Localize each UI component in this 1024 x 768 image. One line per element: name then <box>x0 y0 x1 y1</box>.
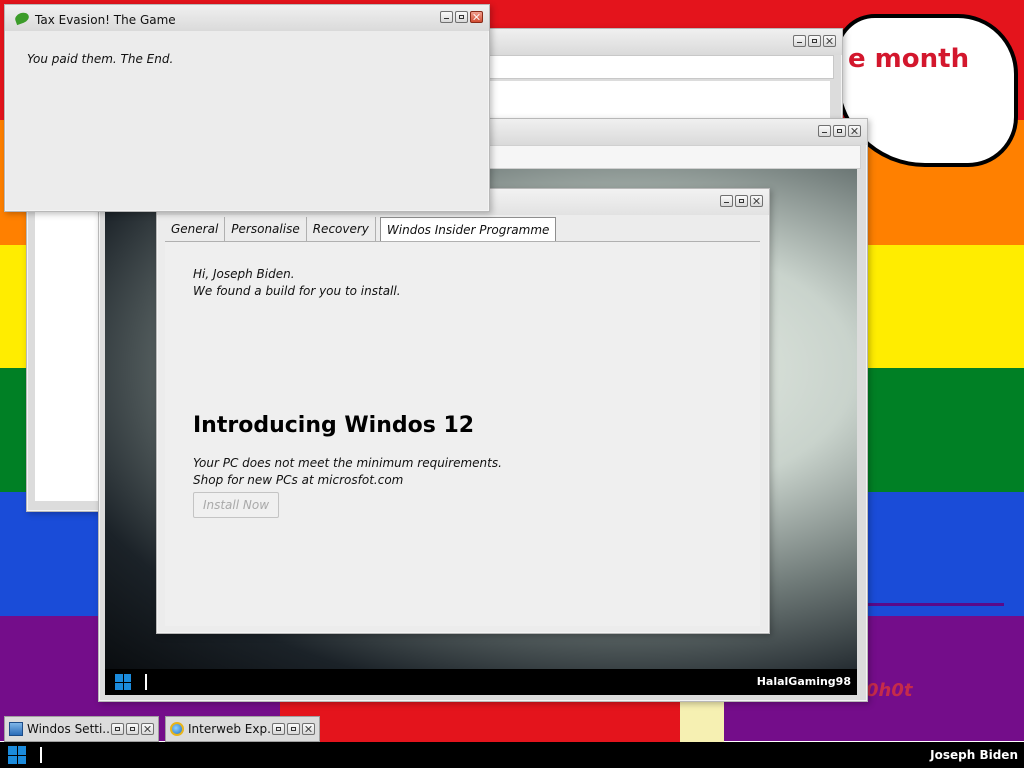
speech-bubble-text: e month <box>848 44 970 74</box>
maximize-button[interactable] <box>833 125 846 137</box>
close-button[interactable] <box>470 11 483 23</box>
maximize-button[interactable] <box>735 195 748 207</box>
tab-windos-insider-programme[interactable]: Windos Insider Programme <box>379 217 557 241</box>
minimized-label: Windos Setti... <box>27 722 114 736</box>
tab-personalise[interactable]: Personalise <box>225 217 307 241</box>
settings-icon <box>9 722 23 736</box>
browser-icon <box>170 722 184 736</box>
minimized-label: Interweb Exp... <box>188 722 279 736</box>
minimize-button[interactable] <box>793 35 806 47</box>
leaf-icon <box>13 10 31 26</box>
minimize-button[interactable] <box>720 195 733 207</box>
wallpaper-corner-text: 0h0t <box>866 680 913 701</box>
taskbar-user: Joseph Biden <box>930 748 1018 762</box>
close-button[interactable] <box>848 125 861 137</box>
settings-tabs: General Personalise Recovery Windos Insi… <box>165 217 557 241</box>
settings-window[interactable]: General Personalise Recovery Windos Insi… <box>156 188 770 634</box>
minimized-browser-window[interactable]: Interweb Exp... <box>165 716 320 742</box>
minimized-settings-window[interactable]: Windos Setti... <box>4 716 159 742</box>
cartoon-shape <box>680 700 724 742</box>
text-cursor <box>40 747 42 763</box>
minimize-button[interactable] <box>818 125 831 137</box>
wallpaper-red-block <box>280 700 700 742</box>
maximize-button[interactable] <box>287 723 300 735</box>
restore-button[interactable] <box>111 723 124 735</box>
tax-evasion-window[interactable]: Tax Evasion! The Game You paid them. The… <box>4 4 490 212</box>
restore-button[interactable] <box>272 723 285 735</box>
close-button[interactable] <box>750 195 763 207</box>
window-title: Tax Evasion! The Game <box>35 13 176 27</box>
maximize-button[interactable] <box>455 11 468 23</box>
build-message: We found a build for you to install. <box>193 284 401 298</box>
page-title: Introducing Windos 12 <box>193 413 475 438</box>
tab-recovery[interactable]: Recovery <box>306 217 376 241</box>
vm-taskbar: HalalGaming98 <box>105 669 857 695</box>
minimize-button[interactable] <box>440 11 453 23</box>
close-button[interactable] <box>141 723 154 735</box>
insider-panel: Hi, Joseph Biden. We found a build for y… <box>165 241 760 626</box>
close-button[interactable] <box>302 723 315 735</box>
wallpaper-line <box>866 603 1004 606</box>
maximize-button[interactable] <box>126 723 139 735</box>
vm-taskbar-user: HalalGaming98 <box>756 675 851 688</box>
close-button[interactable] <box>823 35 836 47</box>
install-now-button[interactable]: Install Now <box>193 492 279 518</box>
windows-logo-icon[interactable] <box>115 674 131 690</box>
maximize-button[interactable] <box>808 35 821 47</box>
text-cursor <box>145 674 147 690</box>
greeting-text: Hi, Joseph Biden. <box>193 267 295 281</box>
tax-titlebar[interactable]: Tax Evasion! The Game <box>5 5 489 31</box>
requirements-message: Your PC does not meet the minimum requir… <box>193 456 502 470</box>
taskbar: Joseph Biden <box>0 742 1024 768</box>
tab-general[interactable]: General <box>165 217 226 241</box>
windows-logo-icon[interactable] <box>8 746 26 764</box>
shop-message: Shop for new PCs at microsfot.com <box>193 473 404 487</box>
game-message: You paid them. The End. <box>27 52 174 66</box>
